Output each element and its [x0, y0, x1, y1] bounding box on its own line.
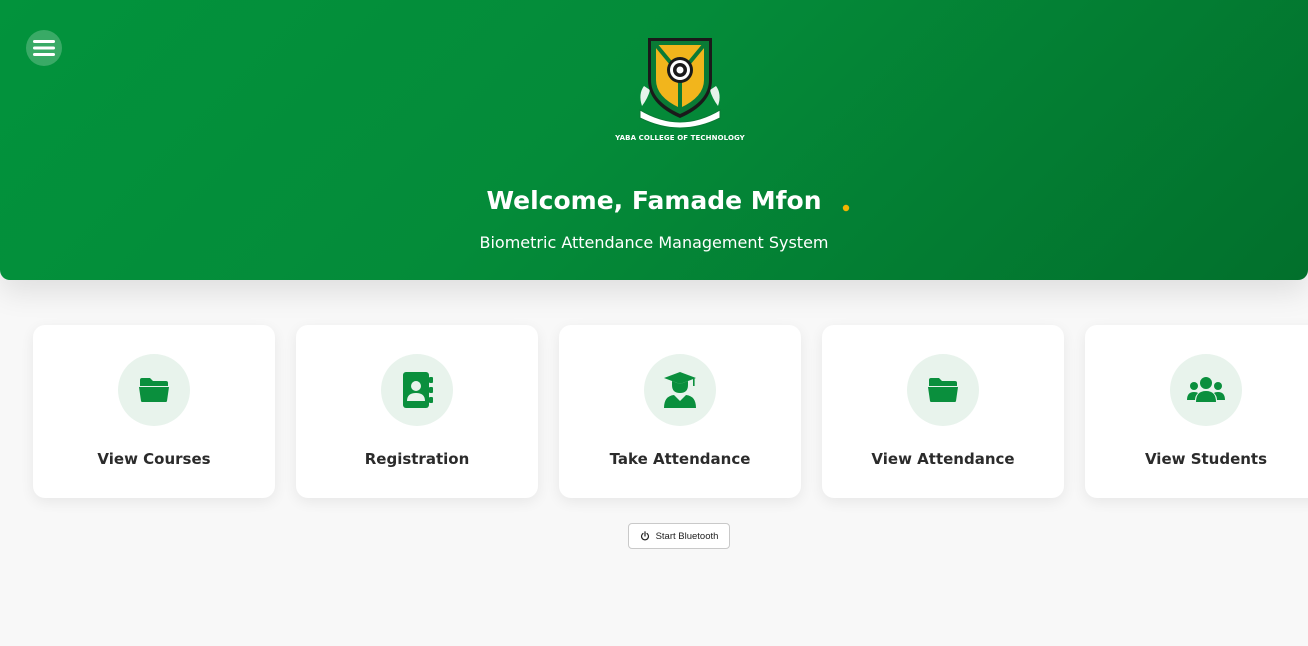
address-book-icon [403, 372, 433, 408]
system-subtitle: Biometric Attendance Management System [479, 233, 829, 252]
hero-header: YABA COLLEGE OF TECHNOLOGY Welcome, Fama… [0, 0, 1308, 280]
take-attendance-card[interactable]: Take Attendance [559, 325, 801, 498]
view-courses-card[interactable]: View Courses [33, 325, 275, 498]
graduate-user-icon [664, 372, 696, 408]
card-label: View Courses [97, 450, 211, 468]
folder-open-icon [928, 378, 958, 402]
college-name-text: YABA COLLEGE OF TECHNOLOGY [615, 134, 745, 142]
power-icon [640, 531, 649, 541]
hamburger-menu-icon [33, 40, 55, 56]
view-attendance-card[interactable]: View Attendance [822, 325, 1064, 498]
card-label: View Students [1144, 450, 1268, 468]
college-crest-icon [639, 38, 721, 129]
users-group-icon [1187, 377, 1225, 402]
card-label: View Attendance [871, 450, 1015, 468]
folder-open-icon [139, 378, 169, 402]
start-bluetooth-label: Start Bluetooth [655, 530, 719, 542]
registration-card[interactable]: Registration [296, 325, 538, 498]
icon-circle [118, 354, 190, 426]
icon-circle [907, 354, 979, 426]
icon-circle [644, 354, 716, 426]
icon-circle [1170, 354, 1242, 426]
welcome-heading: Welcome, Famade Mfon [486, 186, 822, 215]
menu-button[interactable] [26, 30, 62, 66]
card-label: Take Attendance [609, 450, 751, 468]
dashboard-page: YABA COLLEGE OF TECHNOLOGY Welcome, Fama… [0, 0, 1308, 646]
view-students-card[interactable]: View Students [1085, 325, 1308, 498]
icon-circle [381, 354, 453, 426]
waving-hand-icon [842, 204, 850, 212]
start-bluetooth-button[interactable]: Start Bluetooth [628, 523, 730, 549]
card-label: Registration [364, 450, 470, 468]
college-logo: YABA COLLEGE OF TECHNOLOGY [600, 34, 760, 146]
